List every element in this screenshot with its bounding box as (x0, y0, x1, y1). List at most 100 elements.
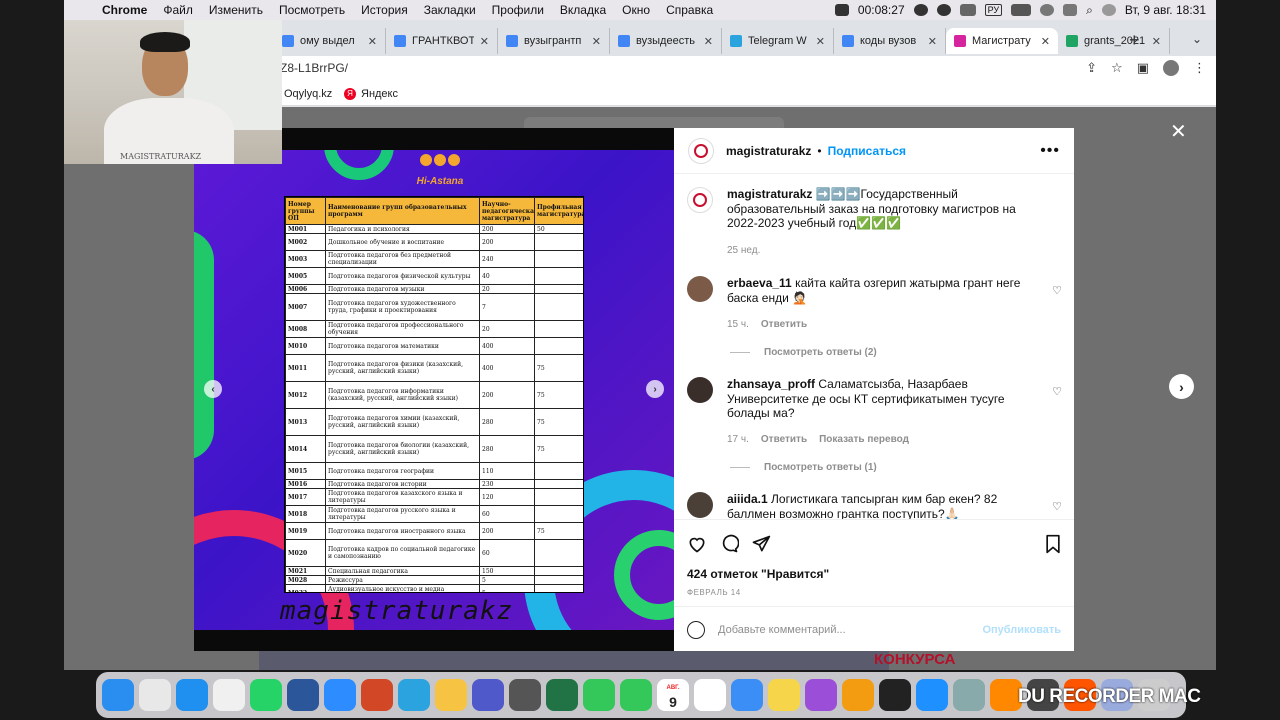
menu-item[interactable]: Окно (614, 3, 658, 17)
author-avatar[interactable] (687, 187, 713, 213)
zoom-icon[interactable] (324, 679, 356, 711)
finder-icon[interactable] (102, 679, 134, 711)
messages-icon[interactable] (620, 679, 652, 711)
reply-button[interactable]: Ответить (761, 319, 807, 330)
browser-tab[interactable]: Магистрату ✕ (946, 28, 1058, 54)
menu-item[interactable]: Закладки (416, 3, 484, 17)
browser-tab[interactable]: grants_2021 ✕ (1058, 28, 1170, 54)
browser-tab[interactable]: вузыгрантп ✕ (498, 28, 610, 54)
mail-icon[interactable] (731, 679, 763, 711)
comment-username[interactable]: zhansaya_proff (727, 377, 815, 391)
like-comment-heart-icon[interactable]: ♡ (1052, 385, 1062, 398)
wifi-icon[interactable] (1040, 4, 1055, 16)
input-language-badge[interactable]: РУ (984, 4, 1003, 16)
commenter-avatar[interactable] (687, 492, 713, 518)
tab-close-icon[interactable]: ✕ (816, 35, 825, 48)
dash-icon[interactable] (879, 679, 911, 711)
clock[interactable]: Вт, 9 авг. 18:31 (1125, 3, 1206, 17)
siri-icon[interactable] (1101, 4, 1116, 16)
like-heart-icon[interactable] (687, 534, 707, 554)
screenshot-icon[interactable] (509, 679, 541, 711)
tab-close-icon[interactable]: ✕ (480, 35, 489, 48)
like-comment-heart-icon[interactable]: ♡ (1052, 500, 1062, 513)
tab-close-icon[interactable]: ✕ (1152, 35, 1161, 48)
facetime-icon[interactable] (583, 679, 615, 711)
menu-item[interactable]: Справка (658, 3, 721, 17)
author-avatar[interactable] (688, 137, 714, 164)
calendar-icon[interactable]: АВГ. 9 (657, 679, 689, 711)
commenter-avatar[interactable] (687, 377, 713, 403)
safari-icon[interactable] (176, 679, 208, 711)
search-icon[interactable]: ⌕ (1086, 3, 1093, 18)
show-translation-button[interactable]: Показать перевод (819, 434, 909, 445)
close-icon[interactable]: ✕ (1170, 119, 1187, 144)
menu-item[interactable]: Файл (155, 3, 201, 17)
comment-username[interactable]: aiiida.1 (727, 492, 768, 506)
menu-item[interactable]: Вкладка (552, 3, 614, 17)
photos-icon[interactable] (435, 679, 467, 711)
like-count[interactable]: 424 отметок "Нравится" (687, 567, 829, 581)
browser-tab[interactable]: вузыдеесть ✕ (610, 28, 722, 54)
more-options-icon[interactable]: ••• (1040, 142, 1060, 160)
browser-tab[interactable]: ому выдел ✕ (274, 28, 386, 54)
tab-close-icon[interactable]: ✕ (928, 35, 937, 48)
word-icon[interactable] (287, 679, 319, 711)
new-tab-button[interactable]: + (1129, 30, 1140, 51)
launchpad-icon[interactable] (139, 679, 171, 711)
like-comment-heart-icon[interactable]: ♡ (1052, 284, 1062, 297)
tab-close-icon[interactable]: ✕ (592, 35, 601, 48)
control-center-icon[interactable] (1063, 4, 1078, 16)
next-post-icon[interactable]: › (1169, 374, 1194, 399)
comment-input[interactable] (718, 623, 983, 636)
telegram-icon[interactable] (398, 679, 430, 711)
browser-tab[interactable]: Telegram W ✕ (722, 28, 834, 54)
emoji-icon[interactable] (687, 620, 705, 639)
address-bar[interactable]: Z8-L1BrrPG/ (274, 56, 1114, 80)
chrome-icon[interactable] (213, 679, 245, 711)
reminders-icon[interactable] (694, 679, 726, 711)
publish-button[interactable]: Опубликовать (982, 624, 1061, 636)
share-send-icon[interactable] (751, 534, 771, 554)
notes-icon[interactable] (768, 679, 800, 711)
pause-icon[interactable] (913, 4, 928, 16)
chrome-menu-icon[interactable]: ⋮ (1193, 60, 1206, 76)
browser-tab[interactable]: ГРАНТКВОТ ✕ (386, 28, 498, 54)
preview-icon[interactable] (953, 679, 985, 711)
bookmark-oqylyq[interactable]: Oqylyq.kz (284, 88, 332, 100)
tab-search-chevron-icon[interactable]: ⌄ (1192, 32, 1202, 46)
tab-close-icon[interactable]: ✕ (1041, 35, 1050, 48)
carousel-next-icon[interactable]: › (646, 380, 664, 398)
recording-camera-icon[interactable] (834, 4, 849, 16)
reply-button[interactable]: Ответить (761, 434, 807, 445)
browser-tab[interactable]: коды вузов ✕ (834, 28, 946, 54)
view-replies-button[interactable]: Посмотреть ответы (2) (730, 347, 877, 358)
powerpoint-icon[interactable] (361, 679, 393, 711)
excel-icon[interactable] (546, 679, 578, 711)
appstore-icon[interactable] (916, 679, 948, 711)
tab-close-icon[interactable]: ✕ (368, 35, 377, 48)
whatsapp-icon[interactable] (250, 679, 282, 711)
author-username[interactable]: magistraturakz (726, 144, 811, 158)
commenter-avatar[interactable] (687, 276, 713, 302)
stop-icon[interactable] (936, 4, 951, 16)
pages-icon[interactable] (842, 679, 874, 711)
display-icon[interactable] (959, 4, 976, 16)
bookmark-star-icon[interactable]: ☆ (1111, 60, 1123, 76)
bookmark-yandex[interactable]: Я Яндекс (344, 88, 398, 100)
podcasts-icon[interactable] (805, 679, 837, 711)
sidebar-icon[interactable]: ▣ (1137, 60, 1149, 76)
comment-bubble-icon[interactable] (719, 534, 739, 554)
profile-avatar[interactable] (1163, 60, 1179, 76)
menu-item[interactable]: Изменить (201, 3, 271, 17)
caption-username[interactable]: magistraturakz (727, 187, 812, 201)
share-icon[interactable]: ⇪ (1086, 60, 1097, 76)
carousel-prev-icon[interactable]: ‹ (204, 380, 222, 398)
menu-item[interactable]: Профили (484, 3, 552, 17)
menu-app-name[interactable]: Chrome (94, 3, 155, 17)
menu-item[interactable]: История (353, 3, 416, 17)
follow-button[interactable]: Подписаться (828, 144, 906, 158)
battery-icon[interactable] (1011, 4, 1032, 16)
menu-item[interactable]: Посмотреть (271, 3, 353, 17)
save-bookmark-icon[interactable] (1044, 534, 1062, 554)
view-replies-button[interactable]: Посмотреть ответы (1) (730, 462, 877, 473)
